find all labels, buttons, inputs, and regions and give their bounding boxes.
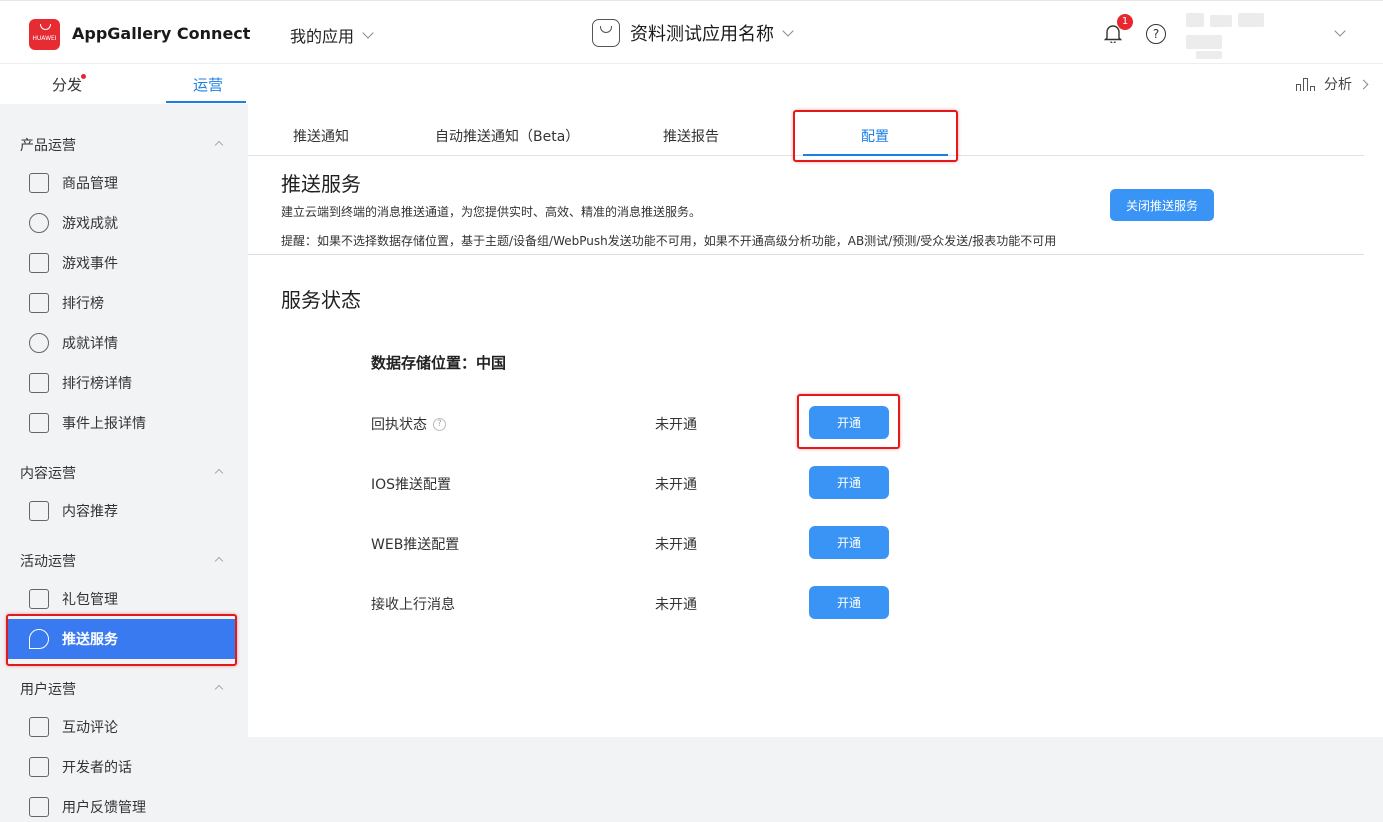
question-icon[interactable]: ?	[433, 417, 446, 431]
collapse-icon[interactable]	[214, 140, 224, 150]
sidebar-item-label: 游戏事件	[62, 256, 118, 272]
tab-distribution[interactable]: 分发	[52, 74, 82, 95]
huawei-logo[interactable]: HUAWEI	[29, 19, 60, 50]
sidebar-item-label: 排行榜详情	[62, 376, 132, 392]
group-product-ops[interactable]: 产品运营	[20, 135, 76, 155]
sidebar-item-gift-packs[interactable]: 礼包管理	[0, 579, 247, 619]
brand-name[interactable]: AppGallery Connect	[72, 24, 250, 43]
sidebar-item-products[interactable]: 商品管理	[0, 163, 247, 203]
medal-icon	[29, 213, 49, 233]
storage-location: 数据存储位置：中国	[371, 354, 507, 372]
sidebar-item-achievements[interactable]: 游戏成就	[0, 203, 247, 243]
sidebar-item-label: 成就详情	[62, 336, 118, 352]
sidebar-item-label: 开发者的话	[62, 760, 132, 776]
sidebar-item-leaderboard-details[interactable]: 排行榜详情	[0, 363, 247, 403]
edit-icon	[29, 797, 49, 817]
distribution-alert-dot	[81, 74, 86, 79]
push-service-note: 提醒：如果不选择数据存储位置，基于主题/设备组/WebPush发送功能不可用，如…	[281, 234, 1057, 248]
sidebar-item-events[interactable]: 游戏事件	[0, 243, 247, 283]
chevron-down-icon	[782, 25, 794, 37]
sidebar-item-label: 互动评论	[62, 720, 118, 736]
logo-text: HUAWEI	[32, 35, 57, 42]
enable-upstream-button[interactable]: 开通	[809, 586, 889, 619]
leaderboard-detail-icon	[29, 373, 49, 393]
developer-doc-icon	[29, 757, 49, 777]
my-apps-dropdown[interactable]: 我的应用	[290, 23, 374, 47]
user-menu-chevron-icon[interactable]	[1334, 25, 1346, 37]
gift-icon	[29, 589, 49, 609]
my-apps-label: 我的应用	[290, 27, 355, 46]
event-report-icon	[29, 413, 49, 433]
sidebar-item-reviews[interactable]: 互动评论	[0, 707, 247, 747]
sidebar-item-developer-words[interactable]: 开发者的话	[0, 747, 247, 787]
sidebar-item-label: 排行榜	[62, 296, 104, 312]
document-gear-icon	[29, 501, 49, 521]
highlight-push-service	[6, 614, 237, 666]
active-tab-underline	[166, 101, 246, 103]
service-status-title: 服务状态	[281, 288, 361, 312]
collapse-icon[interactable]	[214, 684, 224, 694]
main-panel: 推送通知 自动推送通知（Beta） 推送报告 配置 推送服务 建立云端到终端的消…	[248, 104, 1383, 737]
sidebar-item-label: 礼包管理	[62, 592, 118, 608]
group-user-ops[interactable]: 用户运营	[20, 679, 76, 699]
enable-web-button[interactable]: 开通	[809, 526, 889, 559]
app-name: 资料测试应用名称	[630, 24, 774, 45]
app-bag-icon	[592, 19, 620, 47]
enable-ios-button[interactable]: 开通	[809, 466, 889, 499]
sidebar-item-label: 用户反馈管理	[62, 800, 146, 816]
sidebar: 产品运营 商品管理 游戏成就 游戏事件 排行榜 成就详情 排行榜详情 事件上报详…	[0, 104, 247, 822]
sidebar-item-label: 游戏成就	[62, 216, 118, 232]
analysis-link[interactable]: 分析	[1296, 74, 1369, 94]
group-content-ops[interactable]: 内容运营	[20, 463, 76, 483]
user-account-blurred[interactable]	[1186, 9, 1266, 59]
section-divider	[248, 254, 1364, 255]
help-icon[interactable]: ?	[1146, 24, 1166, 44]
sidebar-item-label: 内容推荐	[62, 504, 118, 520]
row-receipt-label: 回执状态?	[371, 414, 446, 434]
row-receipt-status: 未开通	[655, 417, 697, 433]
row-upstream-status: 未开通	[655, 597, 697, 613]
event-icon	[29, 253, 49, 273]
row-ios-status: 未开通	[655, 477, 697, 493]
row-web-label: WEB推送配置	[371, 537, 460, 553]
tab-push-report[interactable]: 推送报告	[663, 126, 719, 146]
tab-push-notification[interactable]: 推送通知	[293, 126, 349, 146]
row-ios-label: IOS推送配置	[371, 477, 452, 493]
sidebar-item-feedback[interactable]: 用户反馈管理	[0, 787, 247, 822]
sub-navigation: 分发 运营 分析	[0, 64, 1383, 104]
chevron-right-icon	[1358, 79, 1369, 89]
row-web-status: 未开通	[655, 537, 697, 553]
analysis-label: 分析	[1324, 77, 1352, 93]
top-bar: HUAWEI AppGallery Connect 我的应用 资料测试应用名称 …	[0, 0, 1383, 64]
sidebar-item-label: 事件上报详情	[62, 416, 146, 432]
highlight-config-tab	[793, 110, 958, 162]
sidebar-item-label: 商品管理	[62, 176, 118, 192]
tab-operations[interactable]: 运营	[193, 74, 223, 95]
collapse-icon[interactable]	[214, 468, 224, 478]
achievement-detail-icon	[29, 333, 49, 353]
chevron-down-icon	[362, 27, 374, 39]
app-selector[interactable]: 资料测试应用名称	[592, 19, 794, 47]
row-label-text: 回执状态	[371, 417, 427, 433]
shopping-bag-icon	[29, 173, 49, 193]
notification-badge: 1	[1117, 14, 1133, 30]
sidebar-item-event-report-details[interactable]: 事件上报详情	[0, 403, 247, 443]
sidebar-item-achievement-details[interactable]: 成就详情	[0, 323, 247, 363]
push-service-description: 建立云端到终端的消息推送通道，为您提供实时、高效、精准的消息推送服务。	[281, 205, 702, 219]
leaderboard-icon	[29, 293, 49, 313]
row-upstream-label: 接收上行消息	[371, 597, 455, 613]
highlight-enable-button	[797, 394, 900, 449]
comment-icon	[29, 717, 49, 737]
sidebar-item-content-recommend[interactable]: 内容推荐	[0, 491, 247, 531]
close-push-service-button[interactable]: 关闭推送服务	[1110, 189, 1214, 221]
sidebar-item-leaderboard[interactable]: 排行榜	[0, 283, 247, 323]
collapse-icon[interactable]	[214, 556, 224, 566]
group-activity-ops[interactable]: 活动运营	[20, 551, 76, 571]
tab-auto-push[interactable]: 自动推送通知（Beta）	[435, 126, 579, 146]
bar-chart-icon	[1296, 77, 1316, 91]
push-service-title: 推送服务	[281, 172, 361, 196]
